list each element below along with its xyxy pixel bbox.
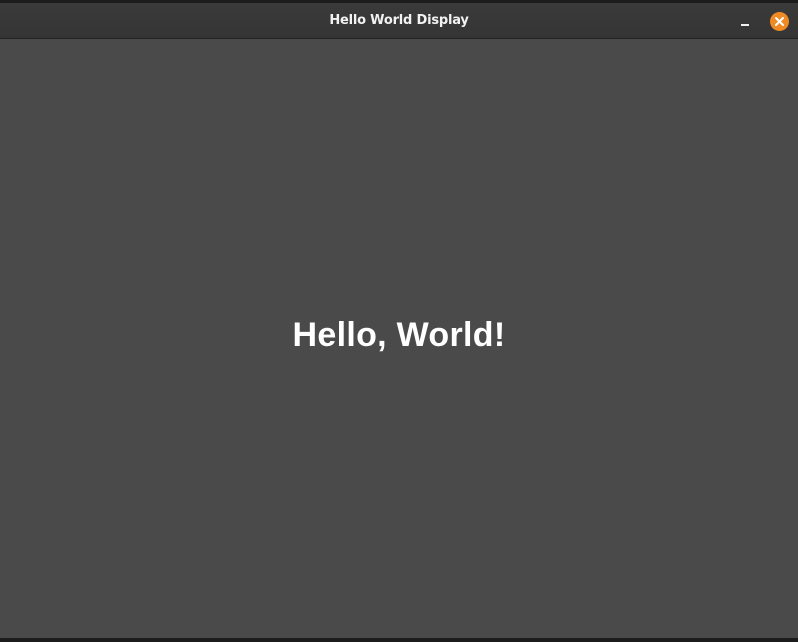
close-button[interactable] [770,12,789,31]
close-icon [775,17,784,26]
title-bar[interactable]: Hello World Display [0,3,798,39]
hello-message: Hello, World! [292,316,506,354]
minimize-button[interactable] [734,11,756,33]
app-window: Hello World Display Hello, World! [0,0,798,642]
content-area: Hello, World! [0,40,798,638]
window-title: Hello World Display [329,13,469,28]
window-bottom-edge [0,638,798,642]
minimize-icon [741,24,749,26]
